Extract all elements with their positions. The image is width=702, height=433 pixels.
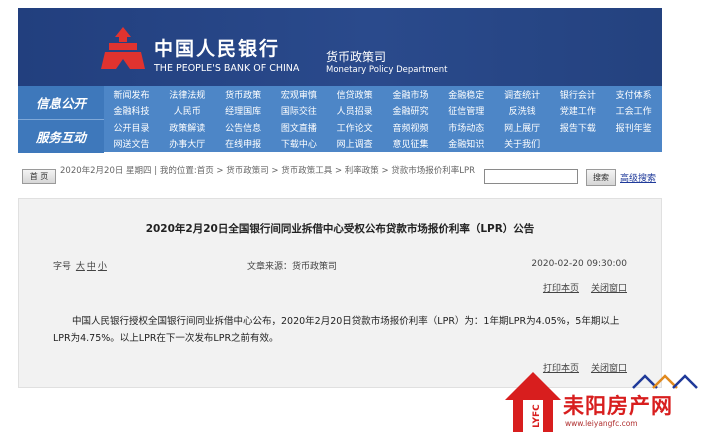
nav-item[interactable]: 在线申报 [216,136,271,152]
advanced-search-link[interactable]: 高级搜索 [620,171,656,184]
nav-item[interactable]: 音频视频 [383,119,438,135]
pboc-emblem-icon [101,27,145,69]
nav-item[interactable]: 政策解读 [160,119,215,135]
department-name-en: Monetary Policy Department [326,65,448,75]
nav-item[interactable]: 报刊年鉴 [606,119,661,135]
nav-item[interactable]: 反洗钱 [495,103,550,119]
nav-item[interactable]: 金融市场 [383,86,438,102]
nav-item[interactable]: 关于我们 [495,136,550,152]
search-input[interactable] [484,169,578,184]
nav-item[interactable]: 下载中心 [271,136,326,152]
nav-item[interactable]: 金融稳定 [439,86,494,102]
nav-item[interactable]: 人民币 [160,103,215,119]
nav-item[interactable]: 调查统计 [495,86,550,102]
font-size-large-link[interactable]: 大 [76,262,85,272]
house-logo-icon: LYFC [505,372,561,432]
article-source: 文章来源：货币政策司 [247,262,338,272]
font-size-small-link[interactable]: 小 [98,262,107,272]
department-name-cn: 货币政策司 [326,50,387,64]
nav-item[interactable]: 办事大厅 [160,136,215,152]
nav-item[interactable]: 市场动态 [439,119,494,135]
watermark-url: www.leiyangfc.com [565,419,638,428]
nav-item[interactable]: 经理国库 [216,103,271,119]
nav-item[interactable]: 信贷政策 [327,86,382,102]
watermark: LYFC 耒阳房产网 www.leiyangfc.com [503,370,702,433]
nav-item[interactable]: 报告下载 [550,119,605,135]
nav-grid: 新闻发布 法律法规 货币政策 宏观审慎 信贷政策 金融市场 金融稳定 调查统计 银行会计 支付体系… [104,86,662,152]
nav-item[interactable]: 工作论文 [327,119,382,135]
nav-item[interactable]: 人员招录 [327,103,382,119]
close-window-link[interactable]: 关闭窗口 [591,284,627,294]
nav-item[interactable]: 征信管理 [439,103,494,119]
nav-item[interactable]: 图文直播 [271,119,326,135]
nav-item[interactable]: 网上展厅 [495,119,550,135]
article-title: 2020年2月20日全国银行间同业拆借中心受权公布贷款市场报价利率（LPR）公告 [145,223,535,235]
font-size-label: 字号 [53,262,72,272]
nav-item[interactable]: 宏观审慎 [271,86,326,102]
nav-item[interactable]: 货币政策 [216,86,271,102]
bank-name-en: THE PEOPLE'S BANK OF CHINA [154,63,300,74]
breadcrumb: 2020年2月20日 星期四 | 我的位置:首页 > 货币政策司 > 货币政策工… [60,166,476,176]
article-date: 2020-02-20 09:30:00 [531,259,627,269]
nav-section-service-interaction[interactable]: 服务互动 [18,119,104,153]
home-button[interactable]: 首 页 [22,169,56,184]
svg-text:LYFC: LYFC [532,404,542,428]
site-header: 中国人民银行 THE PEOPLE'S BANK OF CHINA 货币政策司 … [18,8,662,86]
font-size-medium-link[interactable]: 中 [87,262,96,272]
nav-item[interactable]: 党建工作 [550,103,605,119]
article-tools-top: 打印本页 关闭窗口 [531,281,627,294]
nav-item[interactable]: 新闻发布 [104,86,159,102]
nav-item[interactable]: 网送文告 [104,136,159,152]
nav-item[interactable]: 公告信息 [216,119,271,135]
print-page-link[interactable]: 打印本页 [543,284,579,294]
article-body: 中国人民银行授权全国银行间同业拆借中心公布，2020年2月20日贷款市场报价利率… [53,316,620,344]
watermark-site-name: 耒阳房产网 [563,394,673,418]
nav-item[interactable]: 公开目录 [104,119,159,135]
nav-item[interactable]: 金融知识 [439,136,494,152]
search-button[interactable]: 搜索 [586,169,616,186]
nav-item[interactable]: 工会工作 [606,103,661,119]
nav-item[interactable]: 法律法规 [160,86,215,102]
main-nav: 信息公开 服务互动 新闻发布 法律法规 货币政策 宏观审慎 信贷政策 金融市场 金融稳定 调查… [18,86,662,153]
article-panel: 2020年2月20日全国银行间同业拆借中心受权公布贷款市场报价利率（LPR）公告… [18,198,662,388]
font-size-selector: 字号 大中小 [53,259,107,272]
bank-name-cn: 中国人民银行 [154,38,281,60]
nav-item[interactable]: 意见征集 [383,136,438,152]
nav-item[interactable]: 国际交往 [271,103,326,119]
breadcrumb-bar: 首 页 2020年2月20日 星期四 | 我的位置:首页 > 货币政策司 > 货… [18,164,662,190]
nav-item[interactable]: 银行会计 [550,86,605,102]
nav-item[interactable]: 网上调查 [327,136,382,152]
nav-item[interactable]: 金融研究 [383,103,438,119]
nav-section-info-disclosure[interactable]: 信息公开 [18,86,104,119]
roofs-icon [632,374,698,389]
nav-item[interactable]: 支付体系 [606,86,661,102]
nav-item[interactable]: 金融科技 [104,103,159,119]
